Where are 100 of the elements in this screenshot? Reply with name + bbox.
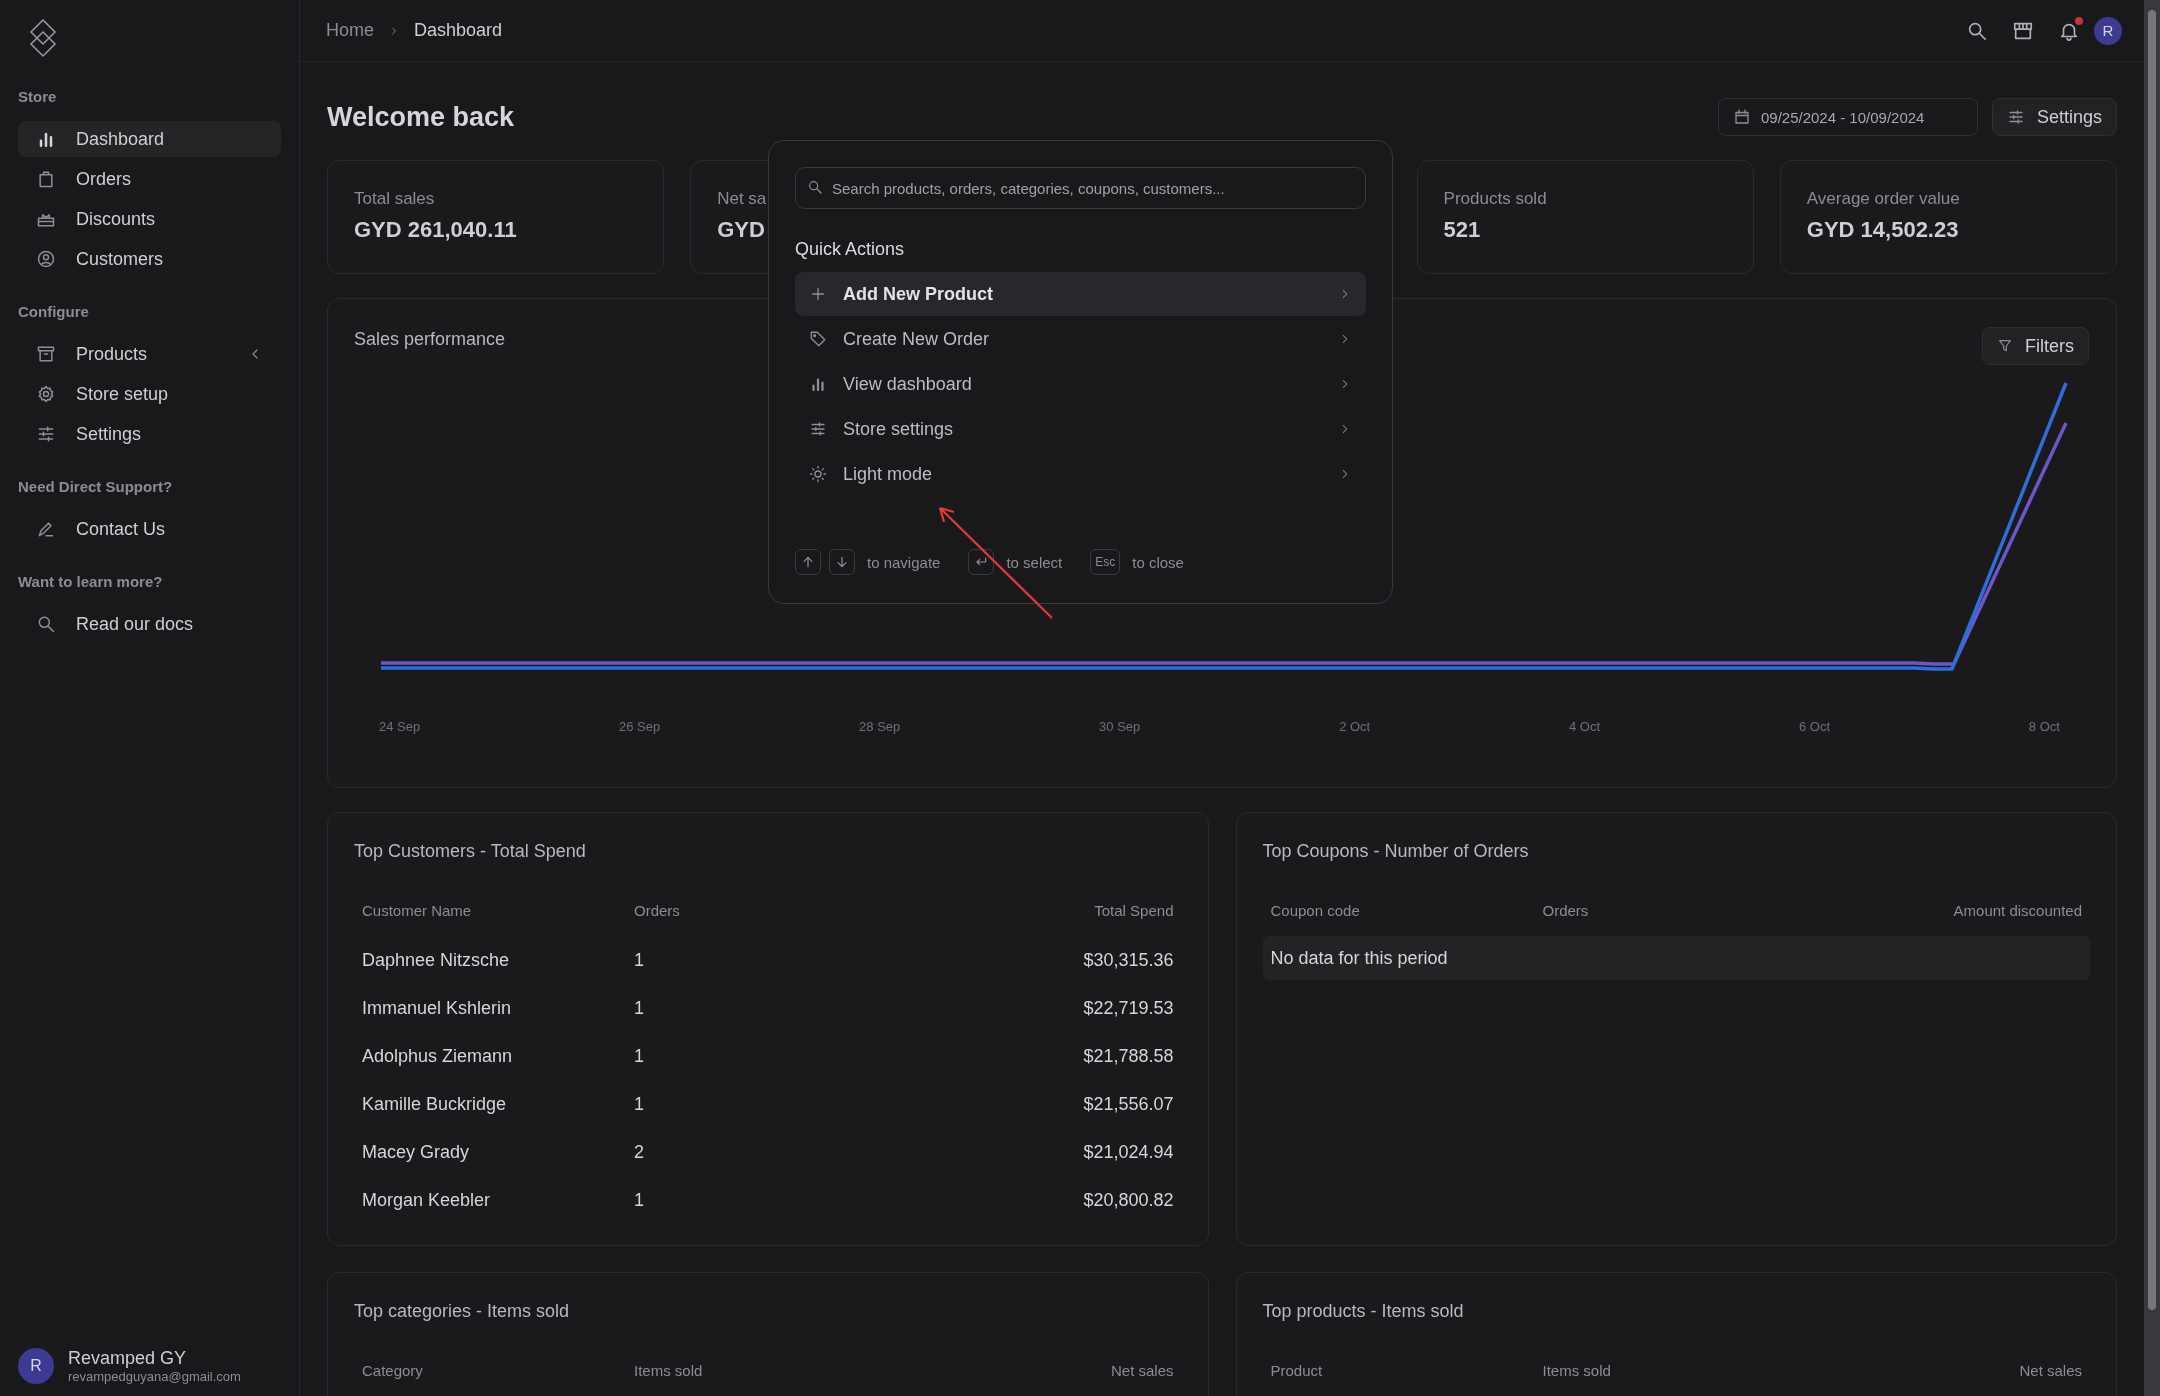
table-cell-text: $30,315.36	[1082, 949, 1174, 971]
group-title: Quick Actions	[795, 239, 906, 260]
table-cell-text: 1	[634, 1045, 645, 1067]
column-header: Net sales	[1109, 1361, 1174, 1379]
sidebar-item[interactable]: Contact Us	[18, 511, 281, 547]
table-cell-text: $20,800.82	[1082, 1189, 1174, 1211]
stat-label: Average order value	[1806, 189, 1960, 209]
table-cell-text: 1	[634, 997, 645, 1019]
stat-label: Products sold	[1443, 189, 1547, 209]
date-range-picker[interactable]: 09/25/2024 - 10/09/2024	[1717, 98, 1978, 136]
hint-label: to select	[1006, 553, 1063, 571]
axis-label: 30 Sep	[1099, 719, 1141, 734]
axis-label: 2 Oct	[1339, 719, 1371, 734]
column-header: Orders	[1542, 901, 1590, 919]
sliders-icon	[2006, 108, 2025, 126]
sidebar-item[interactable]: Read our docs	[18, 606, 281, 642]
logo-icon[interactable]	[29, 18, 57, 58]
axis-label: 28 Sep	[859, 719, 901, 734]
stat-value: GYD 261,040.11	[354, 217, 517, 243]
stat-value: 521	[1443, 217, 1481, 243]
empty-state: No data for this period	[1262, 936, 2090, 980]
user-avatar[interactable]: R	[2094, 16, 2122, 45]
card-title: Top products - Items sold	[1262, 1301, 1465, 1322]
settings-button[interactable]: Settings	[1991, 98, 2117, 136]
sidebar-item[interactable]: Settings	[18, 416, 281, 452]
settings-icon	[36, 384, 56, 404]
quick-action[interactable]: Store settings	[795, 407, 1366, 451]
filter-icon	[1997, 338, 2013, 354]
sidebar-item[interactable]: Store setup	[18, 376, 281, 412]
stat-label: Total sales	[354, 189, 435, 209]
hint-label: to navigate	[867, 553, 941, 571]
table-cell-text: $21,556.07	[1082, 1093, 1174, 1115]
hint-label: to close	[1132, 553, 1184, 571]
sliders-icon	[809, 420, 827, 438]
user-avatar[interactable]: R	[18, 1348, 54, 1384]
column-header: Coupon code	[1270, 901, 1361, 919]
filters-button[interactable]: Filters	[1982, 327, 2089, 365]
table-cell-text: Macey Grady	[362, 1141, 471, 1163]
column-header: Items sold	[634, 1361, 704, 1379]
quick-action[interactable]: Add New Product	[795, 272, 1366, 316]
table-cell-text: 1	[634, 1189, 645, 1211]
quick-action[interactable]: Light mode	[795, 452, 1366, 496]
arrow-down-icon	[834, 554, 850, 570]
stat-value: GYD 14,502.23	[1806, 217, 1959, 243]
stat-label: Net sa	[717, 189, 767, 209]
key-hint: Esc	[1090, 549, 1121, 575]
table-cell-text: 2	[634, 1141, 645, 1163]
table-cell-text: Kamille Buckridge	[362, 1093, 508, 1115]
column-header: Customer Name	[362, 901, 473, 919]
quick-action[interactable]: View dashboard	[795, 362, 1366, 406]
table-cell-text: 1	[634, 1093, 645, 1115]
sun-icon	[809, 465, 827, 483]
table-cell-text: Adolphus Ziemann	[362, 1045, 514, 1067]
sidebar-item[interactable]: Products	[18, 336, 281, 372]
axis-label: 4 Oct	[1569, 719, 1601, 734]
column-header: Items sold	[1542, 1361, 1612, 1379]
bag-icon	[36, 169, 56, 189]
plus-icon	[809, 285, 827, 303]
column-header: Total Spend	[1093, 901, 1174, 919]
user-icon	[36, 249, 56, 269]
sidebar-item[interactable]: Orders	[18, 161, 281, 197]
table-cell-text: Daphnee Nitzsche	[362, 949, 511, 971]
user-email: revampedguyana@gmail.com	[68, 1369, 241, 1384]
scrollbar[interactable]	[2144, 0, 2160, 1396]
column-header: Orders	[634, 901, 681, 919]
column-header: Product	[1270, 1361, 1324, 1379]
stat-value: GYD	[717, 217, 765, 243]
sidebar-item[interactable]: Discounts	[18, 201, 281, 237]
breadcrumb-link[interactable]: Dashboard	[414, 20, 503, 41]
table-cell-text: $21,788.58	[1082, 1045, 1174, 1067]
calendar-icon	[1732, 108, 1751, 126]
user-name: Revamped GY	[68, 1348, 188, 1369]
search-field[interactable]: Search products, orders, categories, coupons, customers...	[795, 167, 1366, 209]
table-cell-text: 1	[634, 949, 645, 971]
box-icon	[36, 344, 56, 364]
breadcrumb-link[interactable]: Home	[326, 20, 374, 41]
tag-icon	[809, 330, 827, 348]
sidebar-section-title: Store	[18, 88, 58, 105]
table-cell-text: $21,024.94	[1082, 1141, 1174, 1163]
axis-label: 8 Oct	[2028, 719, 2060, 734]
arrow-up-icon	[800, 554, 816, 570]
card-title: Top Customers - Total Spend	[354, 841, 587, 862]
sidebar-section-title: Configure	[18, 303, 90, 320]
column-header: Amount discounted	[1952, 901, 2082, 919]
axis-label: 24 Sep	[379, 719, 421, 734]
sidebar-section-title: Need Direct Support?	[18, 478, 174, 495]
pen-icon	[36, 519, 56, 539]
table-cell-text: Morgan Keebler	[362, 1189, 492, 1211]
sliders-icon	[36, 424, 56, 444]
search-icon	[807, 179, 823, 195]
chart-title: Sales performance	[354, 329, 506, 350]
column-header: Net sales	[2018, 1361, 2082, 1379]
axis-label: 6 Oct	[1798, 719, 1830, 734]
sidebar-section-title: Want to learn more?	[18, 573, 164, 590]
card-title: Top Coupons - Number of Orders	[1262, 841, 1530, 862]
quick-action[interactable]: Create New Order	[795, 317, 1366, 361]
search-icon	[36, 614, 56, 634]
table-cell-text: Immanuel Kshlerin	[362, 997, 513, 1019]
sidebar-item[interactable]: Dashboard	[18, 121, 281, 157]
sidebar-item[interactable]: Customers	[18, 241, 281, 277]
